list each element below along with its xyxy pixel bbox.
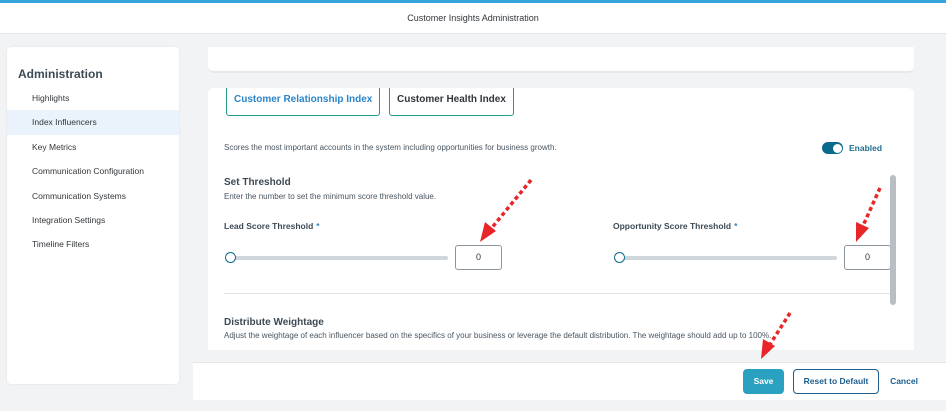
section-divider [224, 293, 891, 294]
save-button[interactable]: Save [743, 369, 784, 394]
lead-score-threshold-label: Lead Score Threshold * [224, 221, 320, 231]
sidebar-item-communication-configuration[interactable]: Communication Configuration [7, 159, 179, 183]
distribute-weightage-title: Distribute Weightage [224, 317, 324, 328]
toggle-knob [832, 143, 842, 153]
previous-card-edge [208, 47, 914, 73]
cancel-button[interactable]: Cancel [884, 369, 924, 394]
set-threshold-title: Set Threshold [224, 177, 291, 188]
required-marker: * [316, 221, 320, 231]
app-title: Customer Insights Administration [407, 13, 539, 23]
app-header: Customer Insights Administration [0, 3, 946, 34]
admin-sidebar: Administration Highlights Index Influenc… [7, 47, 179, 384]
set-threshold-subtitle: Enter the number to set the minimum scor… [224, 192, 437, 201]
sidebar-item-integration-settings[interactable]: Integration Settings [7, 208, 179, 232]
opportunity-score-threshold-input[interactable]: 0 [844, 245, 891, 270]
footer-bar: Save Reset to Default Cancel [193, 362, 946, 400]
tab-customer-health-index[interactable]: Customer Health Index [389, 88, 514, 116]
opportunity-score-slider-track[interactable] [619, 256, 837, 260]
enabled-toggle[interactable] [822, 142, 843, 154]
enabled-label: Enabled [849, 143, 883, 153]
sidebar-item-timeline-filters[interactable]: Timeline Filters [7, 232, 179, 256]
required-marker: * [734, 221, 738, 231]
opportunity-score-threshold-label: Opportunity Score Threshold * [613, 221, 737, 231]
index-settings-card: Customer Relationship Index Customer Hea… [208, 88, 914, 350]
opportunity-score-threshold-label-text: Opportunity Score Threshold [613, 221, 732, 231]
sidebar-item-key-metrics[interactable]: Key Metrics [7, 135, 179, 159]
sidebar-item-index-influencers[interactable]: Index Influencers [7, 110, 179, 135]
distribute-weightage-subtitle: Adjust the weightage of each influencer … [224, 331, 772, 340]
sidebar-item-highlights[interactable]: Highlights [7, 86, 179, 110]
sidebar-item-communication-systems[interactable]: Communication Systems [7, 184, 179, 208]
tab-customer-relationship-index[interactable]: Customer Relationship Index [226, 88, 381, 116]
opportunity-score-slider-handle[interactable] [614, 252, 625, 263]
index-description: Scores the most important accounts in th… [224, 143, 557, 152]
lead-score-slider-handle[interactable] [225, 252, 236, 263]
vertical-scrollbar[interactable] [890, 175, 896, 305]
lead-score-threshold-label-text: Lead Score Threshold [224, 221, 314, 231]
sidebar-heading: Administration [18, 67, 103, 81]
sidebar-nav: Highlights Index Influencers Key Metrics… [7, 86, 179, 257]
reset-to-default-button[interactable]: Reset to Default [793, 369, 879, 394]
lead-score-slider-track[interactable] [230, 256, 448, 260]
lead-score-threshold-input[interactable]: 0 [455, 245, 502, 270]
